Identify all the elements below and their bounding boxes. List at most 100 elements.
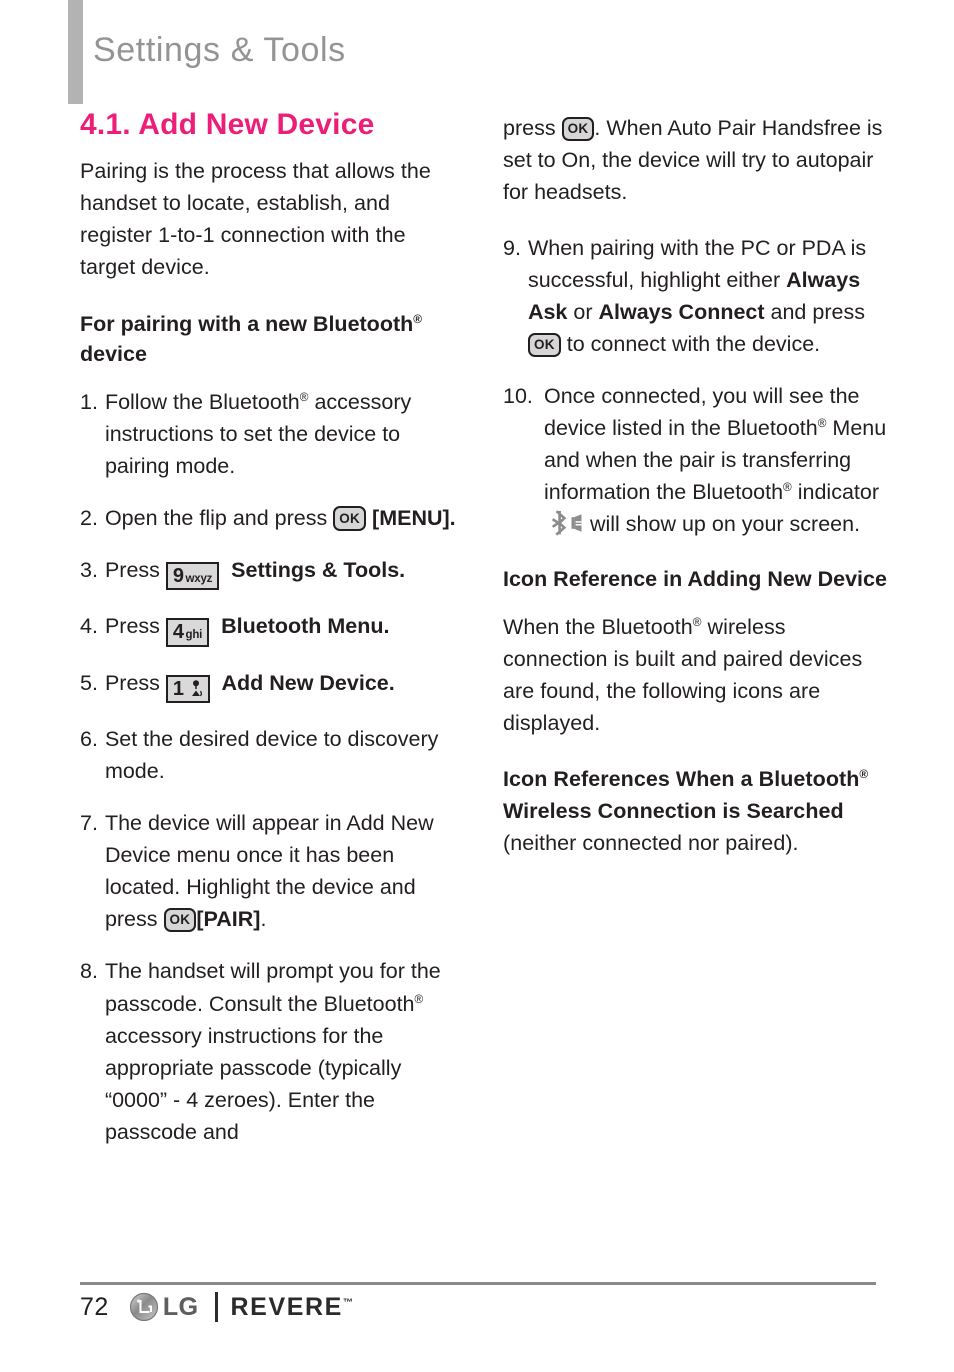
step4-bold-label: Bluetooth Menu. [221, 614, 390, 639]
list-item: 2. Open the flip and press OK [MENU]. [80, 502, 458, 534]
step7-period: . [260, 907, 267, 932]
step10-part4: will show up on your screen. [584, 512, 861, 537]
registered-icon: ® [692, 614, 702, 629]
registered-icon: ® [413, 311, 422, 326]
model-text: REVERE [230, 1292, 343, 1321]
keypad-key-4-icon: 4 ghi [165, 618, 210, 647]
step4-text-before: Press [104, 614, 166, 639]
list-item: 6. Set the desired device to discovery m… [80, 723, 458, 787]
page-number: 72 [80, 1292, 109, 1321]
left-column: 4.1. Add New Device Pairing is the proce… [80, 108, 458, 1168]
list-item: 9. When pairing with the PC or PDA is su… [503, 232, 893, 360]
searched-bold-part2: Wireless Connection is Searched [503, 799, 844, 824]
step10-part1: Once connected, you will see the device … [544, 384, 860, 441]
footer-logo-divider [214, 1292, 218, 1322]
step-number: 2. [80, 505, 98, 530]
registered-icon: ® [859, 767, 868, 781]
list-item: 1. Follow the Bluetooth® accessory instr… [80, 386, 458, 482]
bluetooth-transfer-indicator-icon [546, 510, 584, 536]
registered-icon: ® [414, 991, 424, 1006]
step5-bold-label: Add New Device [221, 670, 389, 695]
step-number: 3. [80, 557, 98, 582]
step-text: The device will appear in Add New Device… [105, 807, 458, 935]
step2-menu-label: [MENU]. [366, 505, 456, 530]
keypad-digit: 9 [172, 564, 184, 587]
step7-text-before: The device will appear in Add New Device… [104, 811, 434, 932]
step9-part2: or [567, 300, 599, 325]
list-item: 4. Press 4 ghi Bluetooth Menu. [80, 610, 458, 647]
step-number: 7. [80, 811, 98, 836]
list-item: 3. Press 9 wxyz Settings & Tools. [80, 554, 458, 591]
right-column: press OK. When Auto Pair Handsfree is se… [503, 112, 893, 880]
step-text: Press 1 Add New Device. [105, 667, 458, 704]
model-name: REVERE™ [231, 1293, 353, 1322]
step7-pair-label: [PAIR] [196, 907, 261, 932]
icon-ref-before-reg: When the Bluetooth [503, 614, 693, 639]
step-number: 9. [503, 236, 521, 261]
subheading-for-pairing: For pairing with a new Bluetooth® device [80, 309, 458, 370]
step8-part-a: The handset will prompt you for the pass… [104, 959, 441, 1016]
ok-key-icon: OK [527, 332, 561, 358]
section-title: 4.1. Add New Device [80, 108, 375, 141]
step-text: Set the desired device to discovery mode… [104, 727, 439, 784]
keypad-letters: wxyz [185, 572, 213, 585]
step-text: Press 9 wxyz Settings & Tools. [105, 554, 458, 591]
registered-icon: ® [783, 480, 792, 495]
manual-page: Settings & Tools 4.1. Add New Device Pai… [0, 0, 954, 1372]
keypad-digit: 4 [172, 621, 184, 644]
list-item: 7. The device will appear in Add New Dev… [80, 807, 458, 935]
step3-text-before: Press [104, 557, 166, 582]
lg-circle-icon [129, 1292, 159, 1322]
ok-key-icon: OK [333, 506, 367, 531]
lg-logo: LG [129, 1292, 199, 1322]
step-number: 4. [80, 614, 98, 639]
step5-text-before: Press [104, 670, 166, 695]
registered-glyph: ® [859, 766, 869, 781]
continuation-before: press [503, 116, 562, 140]
subheading-text-before-reg: For pairing with a new Bluetooth [80, 311, 414, 336]
keypad-key-1-icon: 1 [165, 674, 210, 704]
step-text: The handset will prompt you for the pass… [105, 955, 458, 1147]
list-item: 10. Once connected, you will see the dev… [503, 380, 893, 540]
searched-bold-part1: Icon References When a Bluetooth [503, 767, 860, 792]
step3-period: . [399, 557, 406, 582]
lg-wordmark: LG [162, 1292, 199, 1321]
step-number: 1. [80, 389, 98, 414]
list-item: 5. Press 1 Add New Device. [80, 667, 458, 704]
step10-part3: indicator [791, 480, 880, 505]
section-intro-paragraph: Pairing is the process that allows the h… [80, 158, 431, 279]
step1-part-a: Follow the Bluetooth [104, 389, 300, 414]
ok-key-icon: OK [163, 907, 197, 933]
icon-reference-paragraph: When the Bluetooth® wireless connection … [503, 611, 893, 739]
step-number: 10. [503, 384, 533, 409]
step-text: Follow the Bluetooth® accessory instruct… [105, 386, 458, 482]
voicemail-icon [188, 679, 203, 699]
step-text: Once connected, you will see the device … [544, 380, 893, 540]
footer-divider [80, 1282, 876, 1285]
heading-icon-reference: Icon Reference in Adding New Device [503, 567, 887, 592]
keypad-letters: ghi [185, 629, 203, 642]
trademark-icon: ™ [342, 1297, 353, 1309]
ok-key-icon: OK [561, 116, 595, 141]
page-header-title: Settings & Tools [93, 31, 346, 69]
step-number: 5. [80, 670, 98, 695]
step5-period: . [388, 670, 395, 695]
list-item: 8. The handset will prompt you for the p… [80, 955, 458, 1147]
header-accent-bar [68, 0, 83, 104]
keypad-digit: 1 [172, 677, 184, 700]
keypad-key-9-icon: 9 wxyz [165, 561, 220, 591]
step-number: 6. [80, 727, 98, 752]
step-text: Press 4 ghi Bluetooth Menu. [105, 610, 458, 647]
step-continuation: press OK. When Auto Pair Handsfree is se… [503, 112, 893, 208]
subheading-text-after-reg: device [80, 342, 147, 367]
step-number: 8. [80, 959, 98, 984]
option-always-connect: Always Connect [598, 300, 765, 325]
step8-part-b: accessory instructions for the appropria… [104, 1023, 402, 1144]
step2-text-before: Open the flip and press [104, 505, 334, 530]
searched-normal-part: (neither connected nor paired). [503, 831, 799, 856]
heading-icon-references-searched: Icon References When a Bluetooth® Wirele… [503, 763, 893, 859]
step9-part4: to connect with the device. [560, 332, 821, 357]
step3-bold-label: Settings & Tools [231, 557, 400, 582]
step-text: Open the flip and press OK [MENU]. [105, 502, 458, 534]
step9-part3: and press [764, 300, 865, 325]
